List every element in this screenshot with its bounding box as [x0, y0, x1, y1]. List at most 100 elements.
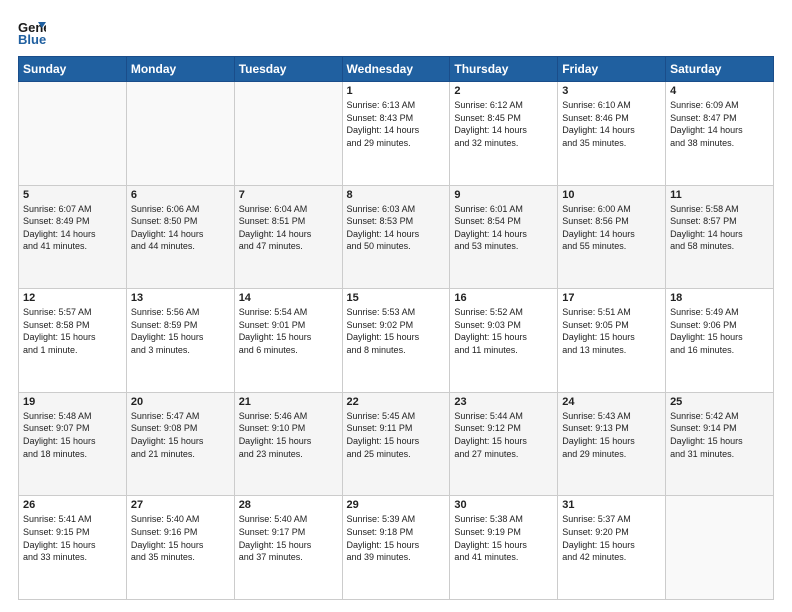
calendar-cell: 16Sunrise: 5:52 AM Sunset: 9:03 PM Dayli…	[450, 289, 558, 393]
calendar-cell: 15Sunrise: 5:53 AM Sunset: 9:02 PM Dayli…	[342, 289, 450, 393]
calendar-cell: 18Sunrise: 5:49 AM Sunset: 9:06 PM Dayli…	[666, 289, 774, 393]
day-info: Sunrise: 6:03 AM Sunset: 8:53 PM Dayligh…	[347, 203, 446, 253]
weekday-header-thursday: Thursday	[450, 57, 558, 82]
day-number: 19	[23, 396, 122, 408]
calendar-cell: 20 Sunrise: 5:47 AM Sunset: 9:08 PM Dayli…	[126, 392, 234, 496]
weekday-header-friday: Friday	[558, 57, 666, 82]
day-info: Sunrise: 5:54 AM Sunset: 9:01 PM Dayligh…	[239, 306, 338, 356]
day-number: 4	[670, 85, 769, 97]
logo: General Blue	[18, 18, 50, 46]
day-info: Sunrise: 6:00 AM Sunset: 8:56 PM Dayligh…	[562, 203, 661, 253]
calendar-cell	[126, 82, 234, 186]
calendar-cell: 3Sunrise: 6:10 AM Sunset: 8:46 PM Daylig…	[558, 82, 666, 186]
day-number: 28	[239, 499, 338, 511]
day-number: 13	[131, 292, 230, 304]
day-info: Sunrise: 5:42 AM Sunset: 9:14 PM Dayligh…	[670, 410, 769, 460]
day-info: Sunrise: 5:51 AM Sunset: 9:05 PM Dayligh…	[562, 306, 661, 356]
calendar-cell: 5 Sunrise: 6:07 AM Sunset: 8:49 PM Daylig…	[19, 185, 127, 289]
calendar-cell: 7Sunrise: 6:04 AM Sunset: 8:51 PM Daylig…	[234, 185, 342, 289]
day-number: 3	[562, 85, 661, 97]
day-info: Sunrise: 6:07 AM Sunset: 8:49 PM Dayligh…	[23, 203, 122, 253]
weekday-header-row: SundayMondayTuesdayWednesdayThursdayFrid…	[19, 57, 774, 82]
calendar-table: SundayMondayTuesdayWednesdayThursdayFrid…	[18, 56, 774, 600]
page: General Blue SundayMondayTuesdayWednesda…	[0, 0, 792, 612]
calendar-cell: 4 Sunrise: 6:09 AM Sunset: 8:47 PM Daylig…	[666, 82, 774, 186]
day-info: Sunrise: 6:12 AM Sunset: 8:45 PM Dayligh…	[454, 99, 553, 149]
day-info: Sunrise: 5:37 AM Sunset: 9:20 PM Dayligh…	[562, 513, 661, 563]
calendar-cell	[234, 82, 342, 186]
day-number: 7	[239, 189, 338, 201]
day-number: 12	[23, 292, 122, 304]
weekday-header-saturday: Saturday	[666, 57, 774, 82]
calendar-cell: 19 Sunrise: 5:48 AM Sunset: 9:07 PM Dayli…	[19, 392, 127, 496]
day-number: 10	[562, 189, 661, 201]
day-number: 8	[347, 189, 446, 201]
day-info: Sunrise: 5:53 AM Sunset: 9:02 PM Dayligh…	[347, 306, 446, 356]
day-number: 24	[562, 396, 661, 408]
day-info: Sunrise: 5:56 AM Sunset: 8:59 PM Dayligh…	[131, 306, 230, 356]
calendar-cell: 22 Sunrise: 5:45 AM Sunset: 9:11 PM Dayli…	[342, 392, 450, 496]
calendar-cell: 12 Sunrise: 5:57 AM Sunset: 8:58 PM Dayli…	[19, 289, 127, 393]
day-number: 11	[670, 189, 769, 201]
calendar-cell: 13 Sunrise: 5:56 AM Sunset: 8:59 PM Dayli…	[126, 289, 234, 393]
day-number: 26	[23, 499, 122, 511]
calendar-cell: 26 Sunrise: 5:41 AM Sunset: 9:15 PM Dayli…	[19, 496, 127, 600]
day-info: Sunrise: 5:38 AM Sunset: 9:19 PM Dayligh…	[454, 513, 553, 563]
calendar-cell: 21 Sunrise: 5:46 AM Sunset: 9:10 PM Dayli…	[234, 392, 342, 496]
calendar-cell: 9 Sunrise: 6:01 AM Sunset: 8:54 PM Daylig…	[450, 185, 558, 289]
day-info: Sunrise: 6:01 AM Sunset: 8:54 PM Dayligh…	[454, 203, 553, 253]
day-number: 31	[562, 499, 661, 511]
day-info: Sunrise: 6:06 AM Sunset: 8:50 PM Dayligh…	[131, 203, 230, 253]
day-info: Sunrise: 5:45 AM Sunset: 9:11 PM Dayligh…	[347, 410, 446, 460]
calendar-cell: 24Sunrise: 5:43 AM Sunset: 9:13 PM Dayli…	[558, 392, 666, 496]
day-number: 1	[347, 85, 446, 97]
weekday-header-tuesday: Tuesday	[234, 57, 342, 82]
day-number: 29	[347, 499, 446, 511]
day-number: 21	[239, 396, 338, 408]
day-number: 30	[454, 499, 553, 511]
calendar-week-1: 1Sunrise: 6:13 AM Sunset: 8:43 PM Daylig…	[19, 82, 774, 186]
logo-icon: General Blue	[18, 18, 46, 46]
day-number: 22	[347, 396, 446, 408]
calendar-cell	[19, 82, 127, 186]
calendar-cell: 25 Sunrise: 5:42 AM Sunset: 9:14 PM Dayli…	[666, 392, 774, 496]
calendar-cell: 2 Sunrise: 6:12 AM Sunset: 8:45 PM Daylig…	[450, 82, 558, 186]
day-info: Sunrise: 5:46 AM Sunset: 9:10 PM Dayligh…	[239, 410, 338, 460]
day-info: Sunrise: 5:57 AM Sunset: 8:58 PM Dayligh…	[23, 306, 122, 356]
day-number: 17	[562, 292, 661, 304]
day-info: Sunrise: 5:40 AM Sunset: 9:17 PM Dayligh…	[239, 513, 338, 563]
weekday-header-wednesday: Wednesday	[342, 57, 450, 82]
day-info: Sunrise: 6:09 AM Sunset: 8:47 PM Dayligh…	[670, 99, 769, 149]
day-number: 14	[239, 292, 338, 304]
calendar-cell: 1Sunrise: 6:13 AM Sunset: 8:43 PM Daylig…	[342, 82, 450, 186]
calendar-cell: 17 Sunrise: 5:51 AM Sunset: 9:05 PM Dayli…	[558, 289, 666, 393]
calendar-cell: 14 Sunrise: 5:54 AM Sunset: 9:01 PM Dayli…	[234, 289, 342, 393]
day-number: 25	[670, 396, 769, 408]
day-number: 2	[454, 85, 553, 97]
header: General Blue	[18, 18, 774, 46]
day-info: Sunrise: 5:41 AM Sunset: 9:15 PM Dayligh…	[23, 513, 122, 563]
day-number: 20	[131, 396, 230, 408]
day-info: Sunrise: 5:48 AM Sunset: 9:07 PM Dayligh…	[23, 410, 122, 460]
weekday-header-sunday: Sunday	[19, 57, 127, 82]
calendar-cell: 8 Sunrise: 6:03 AM Sunset: 8:53 PM Daylig…	[342, 185, 450, 289]
calendar-cell: 23 Sunrise: 5:44 AM Sunset: 9:12 PM Dayli…	[450, 392, 558, 496]
day-info: Sunrise: 5:58 AM Sunset: 8:57 PM Dayligh…	[670, 203, 769, 253]
calendar-cell: 29Sunrise: 5:39 AM Sunset: 9:18 PM Dayli…	[342, 496, 450, 600]
calendar-cell: 30 Sunrise: 5:38 AM Sunset: 9:19 PM Dayli…	[450, 496, 558, 600]
day-number: 23	[454, 396, 553, 408]
calendar-cell: 11 Sunrise: 5:58 AM Sunset: 8:57 PM Dayli…	[666, 185, 774, 289]
day-info: Sunrise: 5:47 AM Sunset: 9:08 PM Dayligh…	[131, 410, 230, 460]
day-info: Sunrise: 5:40 AM Sunset: 9:16 PM Dayligh…	[131, 513, 230, 563]
day-number: 5	[23, 189, 122, 201]
calendar-cell: 28 Sunrise: 5:40 AM Sunset: 9:17 PM Dayli…	[234, 496, 342, 600]
calendar-week-5: 26 Sunrise: 5:41 AM Sunset: 9:15 PM Dayli…	[19, 496, 774, 600]
svg-text:Blue: Blue	[18, 32, 46, 46]
calendar-cell	[666, 496, 774, 600]
calendar-week-4: 19 Sunrise: 5:48 AM Sunset: 9:07 PM Dayli…	[19, 392, 774, 496]
calendar-cell: 10 Sunrise: 6:00 AM Sunset: 8:56 PM Dayli…	[558, 185, 666, 289]
day-info: Sunrise: 5:44 AM Sunset: 9:12 PM Dayligh…	[454, 410, 553, 460]
day-number: 9	[454, 189, 553, 201]
day-number: 6	[131, 189, 230, 201]
day-number: 16	[454, 292, 553, 304]
